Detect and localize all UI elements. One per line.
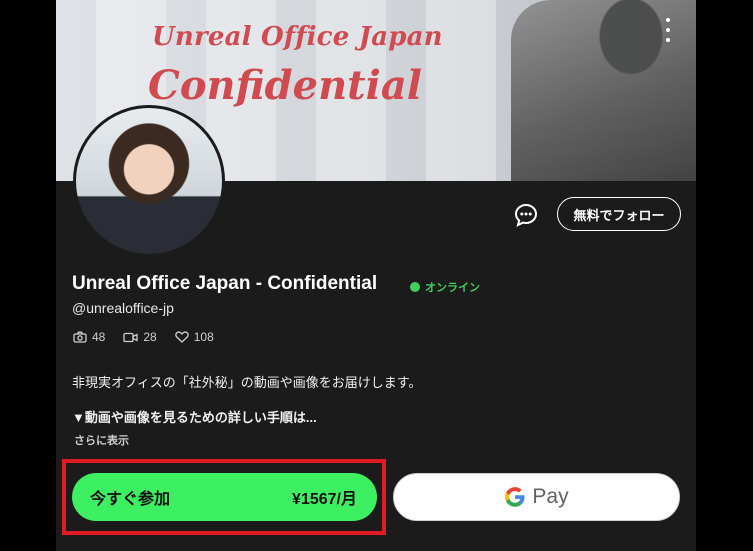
- join-now-button[interactable]: 今すぐ参加 ¥1567/月: [72, 473, 377, 521]
- profile-name: Unreal Office Japan - Confidential: [72, 273, 378, 294]
- google-pay-button[interactable]: Pay: [393, 473, 680, 521]
- profile-stats: 48 28 108: [73, 330, 214, 344]
- stat-likes: 108: [174, 330, 214, 344]
- video-icon: [123, 332, 139, 342]
- avatar[interactable]: [73, 105, 225, 257]
- join-button-label: 今すぐ参加: [90, 491, 171, 508]
- online-status: オンライン: [410, 279, 480, 295]
- likes-count: 108: [193, 330, 214, 344]
- follow-button[interactable]: 無料でフォロー: [557, 197, 681, 231]
- banner-title-line2: Confidential: [148, 62, 422, 109]
- camera-icon: [73, 331, 87, 343]
- online-dot-icon: [410, 282, 420, 292]
- stat-videos: 28: [123, 330, 157, 344]
- photos-count: 48: [92, 330, 106, 344]
- profile-description-line2: ▼動画や画像を見るための詳しい手順は...: [72, 410, 317, 425]
- google-g-icon: [505, 487, 525, 507]
- chat-bubble-icon[interactable]: [513, 202, 539, 228]
- google-pay-label: Pay: [532, 485, 569, 508]
- show-more-link[interactable]: さらに表示: [74, 432, 129, 448]
- videos-count: 28: [143, 330, 157, 344]
- join-button-price: ¥1567/月: [292, 491, 357, 508]
- profile-handle: @unrealoffice-jp: [72, 300, 174, 316]
- stat-photos: 48: [73, 330, 105, 344]
- more-options-icon[interactable]: [664, 18, 672, 42]
- banner-title-line1: Unreal Office Japan: [152, 22, 443, 52]
- heart-icon: [174, 331, 189, 343]
- online-status-label: オンライン: [425, 282, 480, 294]
- profile-description-line1: 非現実オフィスの「社外秘」の動画や画像をお届けします。: [72, 375, 422, 390]
